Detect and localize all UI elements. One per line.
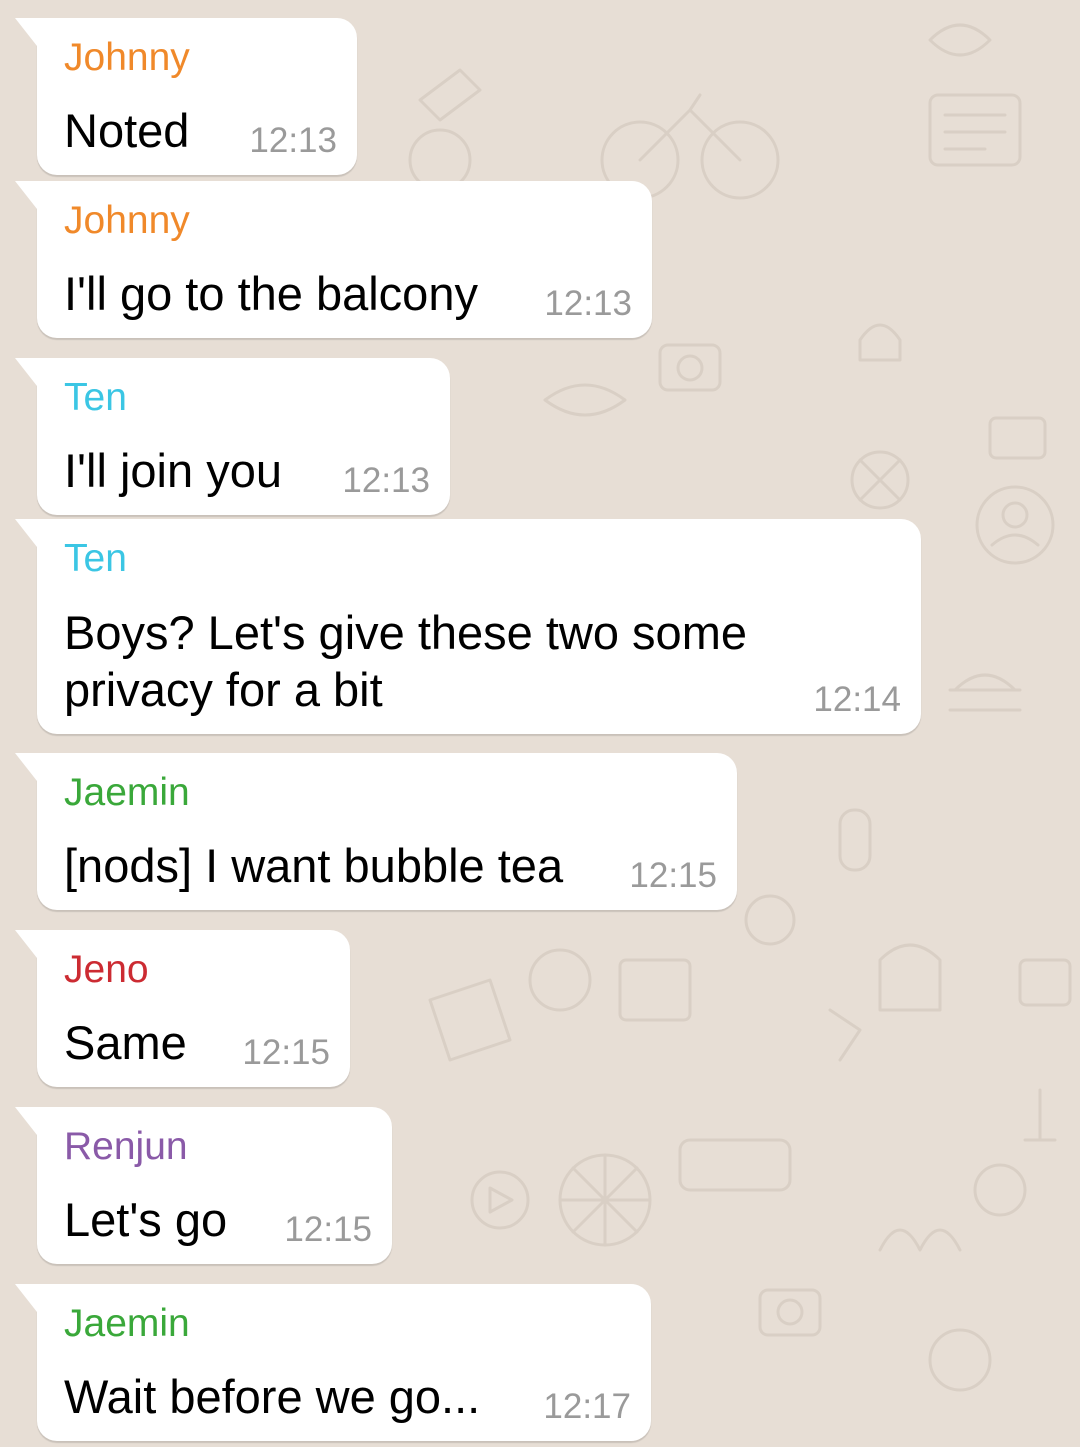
message-text: Let's go — [64, 1193, 228, 1246]
message-time: 12:13 — [249, 121, 337, 160]
message-bubble[interactable]: Ten Boys? Let's give these two some priv… — [15, 519, 921, 734]
sender-name[interactable]: Johnny — [64, 36, 190, 80]
message-bubble[interactable]: Ten I'll join you 12:13 — [15, 358, 450, 515]
message-bubble[interactable]: Johnny Noted 12:13 — [15, 18, 357, 175]
message-time: 12:13 — [544, 284, 632, 323]
message-time: 12:17 — [543, 1387, 631, 1426]
message-time: 12:13 — [342, 461, 430, 500]
sender-name[interactable]: Johnny — [64, 199, 190, 243]
message-bubble[interactable]: Johnny I'll go to the balcony 12:13 — [15, 181, 652, 338]
message-bubble[interactable]: Jaemin [nods] I want bubble tea 12:15 — [15, 753, 737, 910]
message-time: 12:15 — [629, 856, 717, 895]
message-text-line-1: Boys? Let's give these two some — [64, 606, 747, 659]
sender-name[interactable]: Renjun — [64, 1125, 188, 1169]
sender-name[interactable]: Jaemin — [64, 1302, 190, 1346]
sender-name[interactable]: Ten — [64, 376, 127, 420]
message-list[interactable]: Johnny Noted 12:13 Johnny I'll go to the… — [0, 0, 1080, 1447]
message-text: I'll join you — [64, 444, 282, 497]
message-time: 12:15 — [242, 1033, 330, 1072]
message-text-line-2: privacy for a bit — [64, 663, 383, 716]
message-time: 12:14 — [813, 680, 901, 719]
message-bubble[interactable]: Jaemin Wait before we go... 12:17 — [15, 1284, 651, 1441]
message-text: Same — [64, 1016, 187, 1069]
message-text: I'll go to the balcony — [64, 267, 478, 320]
message-text: Noted — [64, 104, 190, 157]
message-bubble[interactable]: Renjun Let's go 12:15 — [15, 1107, 392, 1264]
message-text: [nods] I want bubble tea — [64, 839, 564, 892]
sender-name[interactable]: Ten — [64, 537, 127, 581]
sender-name[interactable]: Jaemin — [64, 771, 190, 815]
message-text: Wait before we go... — [64, 1370, 481, 1423]
message-time: 12:15 — [284, 1210, 372, 1249]
message-bubble[interactable]: Jeno Same 12:15 — [15, 930, 350, 1087]
sender-name[interactable]: Jeno — [64, 948, 149, 992]
